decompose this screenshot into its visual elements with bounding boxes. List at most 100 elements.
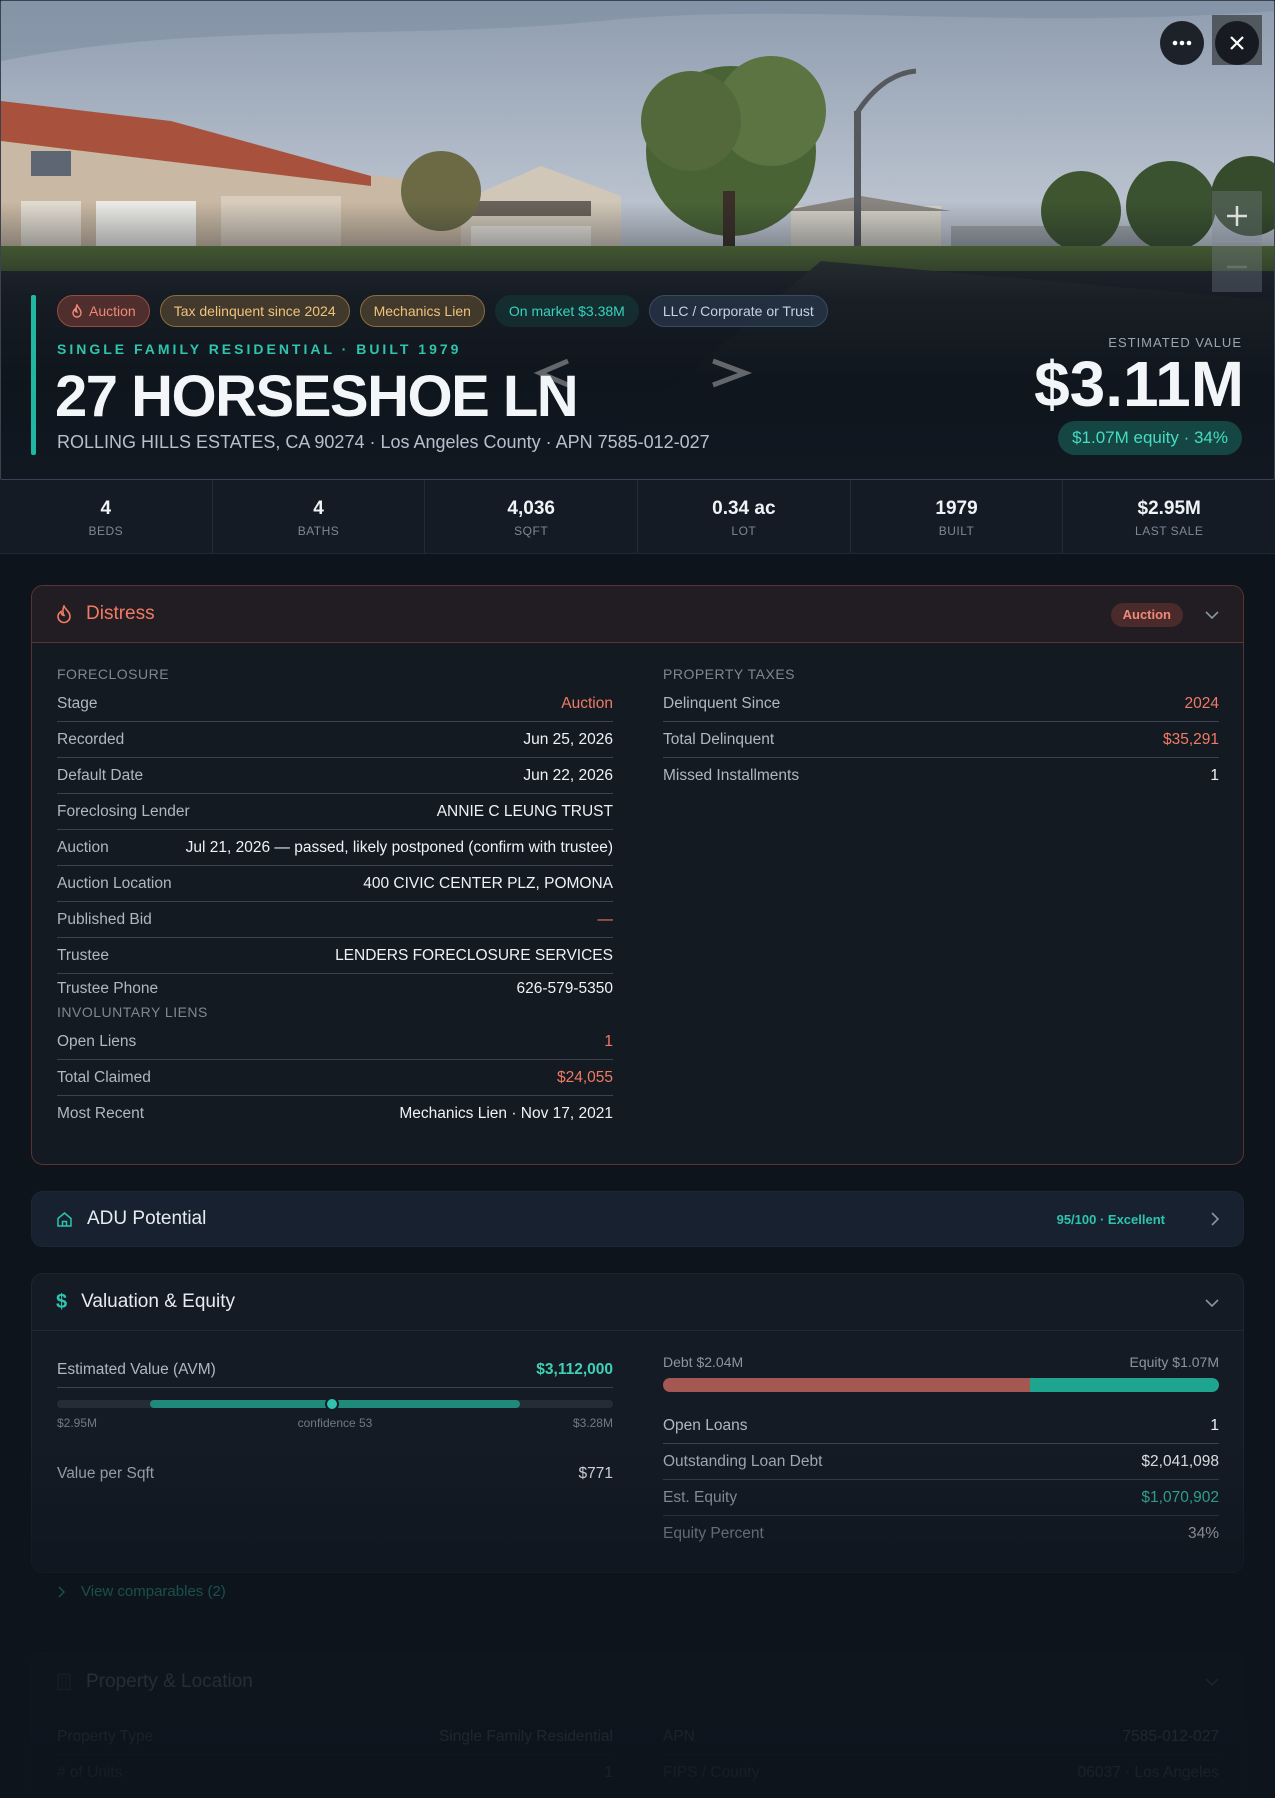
stat-value: 1979 <box>935 498 978 519</box>
stat-last-sale: $2.95M LAST SALE <box>1063 480 1275 553</box>
chevron-down-icon[interactable] <box>1205 1298 1219 1307</box>
row-value: $35,291 <box>1162 730 1219 748</box>
adu-card[interactable]: ADU Potential 95/100 · Excellent <box>31 1191 1244 1247</box>
tag-mechanics-lien[interactable]: Mechanics Lien <box>359 295 485 327</box>
stat-baths: 4 BATHS <box>213 480 426 553</box>
row-value: Single Family Residential <box>438 1727 613 1745</box>
foreclosure-row: Trustee Phone 626-579-5350 <box>57 974 613 1004</box>
foreclosure-row: Trustee LENDERS FORECLOSURE SERVICES <box>57 938 613 974</box>
row-key: Equity Percent <box>663 1525 764 1542</box>
avm-range-labels: $2.95M confidence 53 $3.28M <box>57 1416 613 1430</box>
valuation-title: Valuation & Equity <box>81 1291 235 1312</box>
loan-row: Est. Equity $1,070,902 <box>663 1480 1219 1516</box>
stat-sqft: 4,036 SQFT <box>425 480 639 553</box>
value-per-sqft-row: Value per Sqft $771 <box>57 1456 613 1492</box>
row-key: Outstanding Loan Debt <box>663 1452 823 1470</box>
dollar-icon: $ <box>56 1290 68 1313</box>
tag-auction-label: Auction <box>89 303 136 319</box>
property-address: 27 HORSESHOE LN <box>55 364 579 429</box>
minus-icon <box>1227 265 1247 269</box>
tag-list: Auction Tax delinquent since 2024 Mechan… <box>57 295 828 327</box>
row-value: 1 <box>604 1032 613 1050</box>
zoom-out-button[interactable] <box>1212 242 1262 292</box>
tag-on-market-label: On market $3.38M <box>508 303 625 319</box>
stat-value: 0.34 ac <box>712 498 776 519</box>
row-value: $771 <box>578 1465 613 1482</box>
debt-column: Debt $2.04M Equity $1.07M Open Loans 1 Ou… <box>663 1354 1219 1552</box>
ellipsis-icon <box>1172 40 1192 46</box>
foreclosure-row: Stage Auction <box>57 686 613 722</box>
row-value: 400 CIVIC CENTER PLZ, POMONA <box>363 874 613 892</box>
row-value: 626-579-5350 <box>516 980 613 997</box>
property-location-header[interactable]: Property & Location <box>32 1653 1243 1710</box>
chevron-down-icon[interactable] <box>1205 1677 1219 1686</box>
row-key: Open Liens <box>57 1032 137 1050</box>
row-key: Trustee <box>57 946 109 964</box>
next-photo-icon[interactable] <box>701 353 757 393</box>
property-subtitle: SINGLE FAMILY RESIDENTIAL · BUILT 1979 <box>57 341 462 357</box>
stat-value: $2.95M <box>1137 498 1201 519</box>
row-value: Jun 22, 2026 <box>523 766 613 784</box>
row-value: — <box>597 910 614 928</box>
row-value: Jun 25, 2026 <box>523 730 613 748</box>
debt-segment <box>663 1378 1030 1392</box>
lien-row: Most Recent Mechanics Lien · Nov 17, 2021 <box>57 1096 613 1132</box>
row-value: $24,055 <box>556 1068 613 1086</box>
plus-icon <box>1227 206 1247 226</box>
tag-owner-type[interactable]: LLC / Corporate or Trust <box>648 295 828 327</box>
row-key: Default Date <box>57 766 144 784</box>
tag-tax-delinquent[interactable]: Tax delinquent since 2024 <box>159 295 350 327</box>
flame-icon <box>57 604 71 623</box>
row-value: Mechanics Lien · Nov 17, 2021 <box>399 1105 613 1122</box>
stat-built: 1979 BUILT <box>851 480 1064 553</box>
close-button[interactable] <box>1215 21 1259 65</box>
row-key: Foreclosing Lender <box>57 802 190 820</box>
property-row: APN 7585-012-027 <box>663 1719 1219 1755</box>
avm-estimate-marker <box>324 1397 339 1411</box>
more-options-button[interactable] <box>1160 21 1204 65</box>
tag-auction[interactable]: Auction <box>57 295 150 327</box>
stat-value: 4 <box>313 498 324 519</box>
debt-equity-labels: Debt $2.04M Equity $1.07M <box>663 1354 1219 1370</box>
debt-equity-bar <box>663 1378 1219 1392</box>
tax-row: Delinquent Since 2024 <box>663 686 1219 722</box>
row-key: Auction <box>57 838 109 856</box>
view-comparables-link[interactable]: View comparables (2) <box>58 1583 226 1600</box>
distress-card: Distress Auction FORECLOSURE Stage Auctio… <box>31 585 1244 1165</box>
tax-row: Total Delinquent $35,291 <box>663 722 1219 758</box>
property-row: # of Units 1 <box>57 1755 613 1791</box>
chevron-down-icon[interactable] <box>1205 610 1219 619</box>
equity-badge: $1.07M equity · 34% <box>1058 421 1242 455</box>
stats-bar: 4 BEDS 4 BATHS 4,036 SQFT 0.34 ac LOT 19… <box>0 480 1275 554</box>
row-value: Jul 21, 2026 — passed, likely postponed … <box>185 838 613 856</box>
foreclosure-row: Default Date Jun 22, 2026 <box>57 758 613 794</box>
close-icon <box>1230 36 1244 50</box>
adu-title: ADU Potential <box>87 1208 207 1229</box>
tag-owner-type-label: LLC / Corporate or Trust <box>662 303 814 319</box>
adu-score: 95/100 · Excellent <box>1056 1211 1165 1227</box>
stat-label: BEDS <box>88 524 124 538</box>
distress-header[interactable]: Distress Auction <box>32 586 1243 643</box>
row-key: Delinquent Since <box>663 694 781 712</box>
loan-row: Equity Percent 34% <box>663 1516 1219 1552</box>
chevron-right-icon <box>1211 1212 1219 1226</box>
lien-row: Total Claimed $24,055 <box>57 1060 613 1096</box>
foreclosure-row: Recorded Jun 25, 2026 <box>57 722 613 758</box>
stat-label: SQFT <box>514 524 549 538</box>
row-key: Recorded <box>57 730 125 748</box>
property-location-header-controls <box>1205 1653 1219 1710</box>
foreclosure-row: Auction Jul 21, 2026 — passed, likely pos… <box>57 830 613 866</box>
stat-value: 4 <box>100 498 112 519</box>
stat-label: BATHS <box>297 524 340 538</box>
valuation-header[interactable]: $ Valuation & Equity <box>32 1274 1243 1331</box>
loan-row: Open Loans 1 <box>663 1408 1219 1444</box>
distress-badge: Auction <box>1110 602 1183 627</box>
zoom-in-button[interactable] <box>1212 191 1262 241</box>
row-key: APN <box>663 1727 695 1745</box>
chevron-right-icon <box>58 1585 65 1598</box>
view-comparables-label: View comparables (2) <box>81 1583 226 1600</box>
taxes-section-label: PROPERTY TAXES <box>663 666 796 682</box>
row-value: 34% <box>1187 1525 1219 1542</box>
tag-on-market[interactable]: On market $3.38M <box>494 295 639 327</box>
property-row: Property Type Single Family Residential <box>57 1719 613 1755</box>
